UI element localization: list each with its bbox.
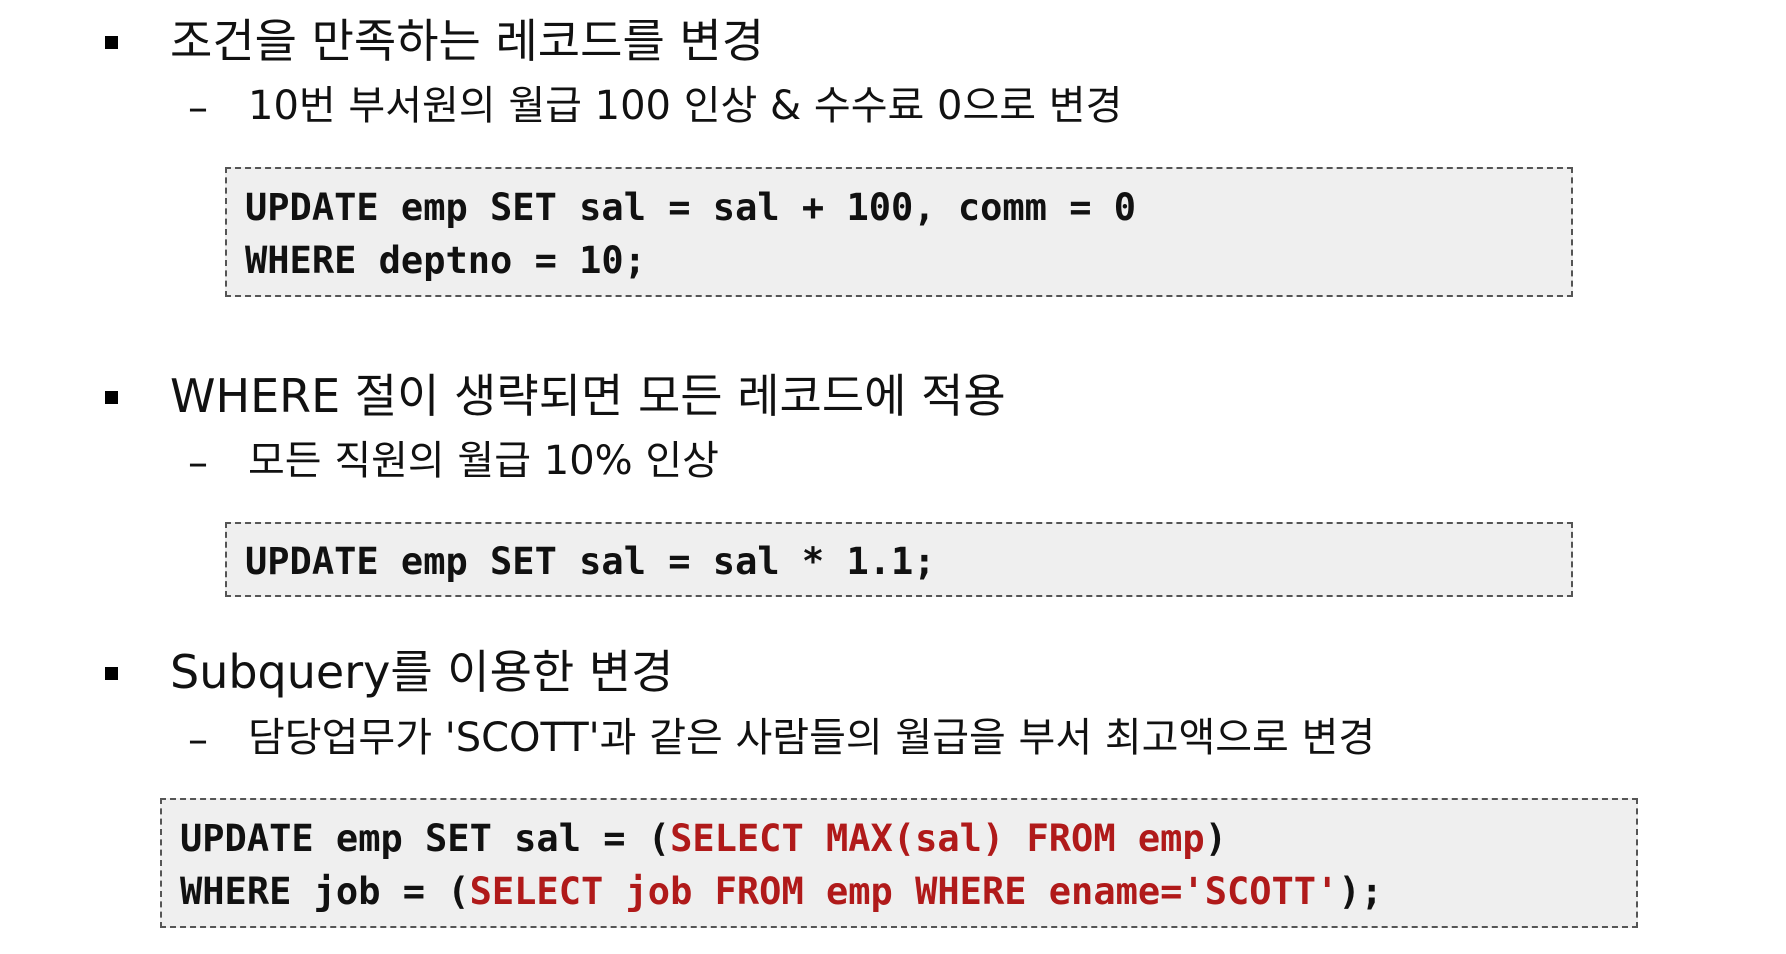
code-block: UPDATE emp SET sal = (SELECT MAX(sal) FR… — [160, 798, 1638, 928]
sub-dash: – — [188, 717, 208, 763]
section-subtext: 모든 직원의 월급 10% 인상 — [248, 438, 719, 484]
code-line: WHERE deptno = 10; — [245, 239, 646, 282]
bullet-marker — [105, 36, 118, 49]
section-heading: Subquery를 이용한 변경 — [170, 645, 674, 699]
code-plain: ) — [1204, 817, 1227, 860]
sub-dash: – — [188, 85, 208, 131]
code-plain: WHERE job = ( — [180, 870, 470, 913]
code-line: UPDATE emp SET sal = sal + 100, comm = 0 — [245, 186, 1137, 229]
code-line: UPDATE emp SET sal = sal * 1.1; — [245, 540, 936, 583]
sub-dash: – — [188, 440, 208, 486]
code-plain: UPDATE emp SET sal = ( — [180, 817, 671, 860]
code-plain: ); — [1338, 870, 1383, 913]
code-line: WHERE job = (SELECT job FROM emp WHERE e… — [180, 873, 1383, 910]
section-heading: 조건을 만족하는 레코드를 변경 — [170, 14, 765, 68]
code-line: UPDATE emp SET sal = (SELECT MAX(sal) FR… — [180, 820, 1227, 857]
section-heading: WHERE 절이 생략되면 모든 레코드에 적용 — [170, 369, 1006, 423]
code-block: UPDATE emp SET sal = sal * 1.1; — [225, 522, 1573, 597]
bullet-marker — [105, 391, 118, 404]
slide: { "sections": [ { "heading": "조건을 만족하는 레… — [0, 0, 1786, 954]
code-subquery: SELECT MAX(sal) FROM emp — [670, 817, 1205, 860]
section-subtext: 담당업무가 'SCOTT'과 같은 사람들의 월급을 부서 최고액으로 변경 — [248, 715, 1376, 761]
section-subtext: 10번 부서원의 월급 100 인상 & 수수료 0으로 변경 — [248, 83, 1123, 129]
code-block: UPDATE emp SET sal = sal + 100, comm = 0… — [225, 167, 1573, 297]
bullet-marker — [105, 667, 118, 680]
code-subquery: SELECT job FROM emp WHERE ename='SCOTT' — [469, 870, 1339, 913]
